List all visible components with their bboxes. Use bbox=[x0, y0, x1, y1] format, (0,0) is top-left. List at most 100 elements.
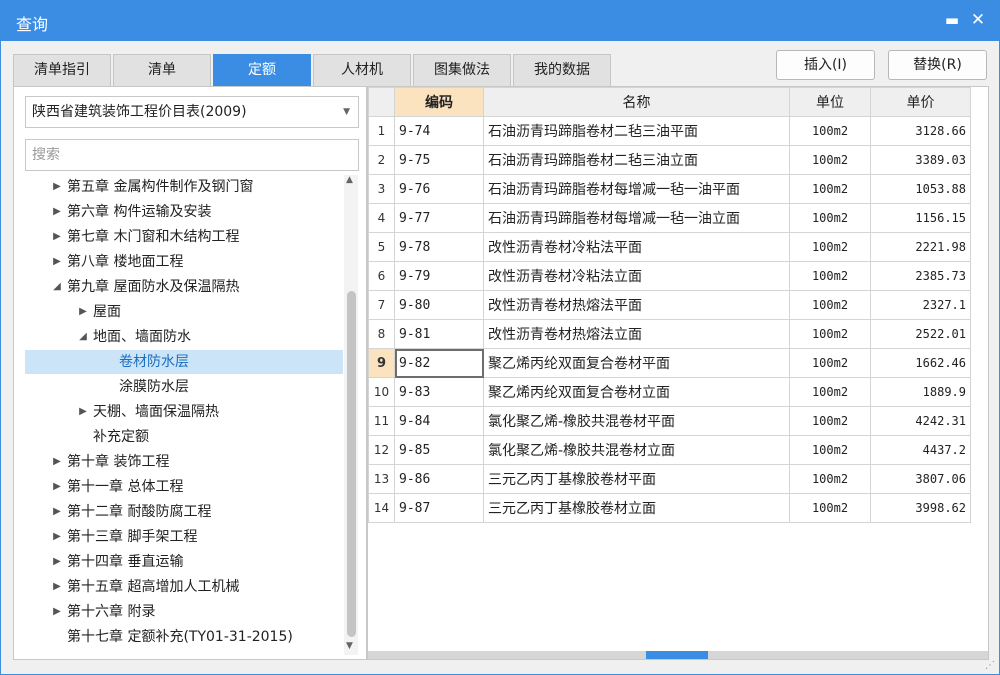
price-cell[interactable]: 4242.31 bbox=[870, 406, 971, 436]
price-cell[interactable]: 3389.03 bbox=[870, 145, 971, 175]
name-cell[interactable]: 石油沥青玛蹄脂卷材二毡三油平面 bbox=[483, 116, 790, 146]
tree-item[interactable]: ▶ 第七章 木门窗和木结构工程 bbox=[25, 225, 343, 249]
tree-item[interactable]: ▶ 第六章 构件运输及安装 bbox=[25, 200, 343, 224]
name-cell[interactable]: 改性沥青卷材热熔法平面 bbox=[483, 290, 790, 320]
code-cell[interactable]: 9-77 bbox=[394, 203, 484, 233]
name-cell[interactable]: 聚乙烯丙纶双面复合卷材立面 bbox=[483, 377, 790, 407]
code-cell[interactable]: 9-84 bbox=[394, 406, 484, 436]
tree-item[interactable]: 涂膜防水层 bbox=[25, 375, 343, 399]
name-cell[interactable]: 改性沥青卷材热熔法立面 bbox=[483, 319, 790, 349]
price-cell[interactable]: 2221.98 bbox=[870, 232, 971, 262]
code-cell[interactable]: 9-78 bbox=[394, 232, 484, 262]
library-select[interactable]: 陕西省建筑装饰工程价目表(2009) ▼ bbox=[25, 96, 359, 128]
tab-bill[interactable]: 清单 bbox=[113, 54, 211, 86]
code-cell[interactable]: 9-82 bbox=[394, 348, 484, 378]
unit-cell[interactable]: 100m2 bbox=[789, 116, 871, 146]
price-cell[interactable]: 3128.66 bbox=[870, 116, 971, 146]
tree-item[interactable]: ◢ 第九章 屋面防水及保温隔热 bbox=[25, 275, 343, 299]
price-cell[interactable]: 3998.62 bbox=[870, 493, 971, 523]
name-cell[interactable]: 三元乙丙丁基橡胶卷材平面 bbox=[483, 464, 790, 494]
tree-item[interactable]: ▶ 屋面 bbox=[25, 300, 343, 324]
row-number-cell[interactable]: 13 bbox=[368, 464, 395, 494]
tree-item[interactable]: ▶ 第十六章 附录 bbox=[25, 600, 343, 624]
expand-arrow-icon[interactable]: ▶ bbox=[51, 200, 63, 224]
row-number-cell[interactable]: 14 bbox=[368, 493, 395, 523]
row-number-cell[interactable]: 7 bbox=[368, 290, 395, 320]
expand-arrow-icon[interactable]: ▶ bbox=[51, 225, 63, 249]
tree-item[interactable]: ▶ 第五章 金属构件制作及钢门窗 bbox=[25, 175, 343, 199]
row-number-cell[interactable]: 10 bbox=[368, 377, 395, 407]
table-row[interactable]: 2 9-75 石油沥青玛蹄脂卷材二毡三油立面 100m2 3389.03 bbox=[368, 145, 971, 175]
tree-item[interactable]: ▶ 第十二章 耐酸防腐工程 bbox=[25, 500, 343, 524]
expand-arrow-icon[interactable]: ▶ bbox=[51, 450, 63, 474]
row-number-cell[interactable]: 1 bbox=[368, 116, 395, 146]
price-cell[interactable]: 1662.46 bbox=[870, 348, 971, 378]
code-cell[interactable]: 9-79 bbox=[394, 261, 484, 291]
row-number-cell[interactable]: 5 bbox=[368, 232, 395, 262]
table-row[interactable]: 6 9-79 改性沥青卷材冷粘法立面 100m2 2385.73 bbox=[368, 261, 971, 291]
table-row[interactable]: 10 9-83 聚乙烯丙纶双面复合卷材立面 100m2 1889.9 bbox=[368, 377, 971, 407]
table-row[interactable]: 12 9-85 氯化聚乙烯-橡胶共混卷材立面 100m2 4437.2 bbox=[368, 435, 971, 465]
unit-cell[interactable]: 100m2 bbox=[789, 319, 871, 349]
tree-item[interactable]: 补充定额 bbox=[25, 425, 343, 449]
tab-bill-guide[interactable]: 清单指引 bbox=[13, 54, 111, 86]
row-number-cell[interactable]: 11 bbox=[368, 406, 395, 436]
expand-arrow-icon[interactable]: ▶ bbox=[51, 575, 63, 599]
scroll-up-icon[interactable]: ▲ bbox=[346, 175, 353, 185]
unit-cell[interactable]: 100m2 bbox=[789, 174, 871, 204]
table-row[interactable]: 13 9-86 三元乙丙丁基橡胶卷材平面 100m2 3807.06 bbox=[368, 464, 971, 494]
expand-arrow-icon[interactable]: ▶ bbox=[77, 300, 89, 324]
unit-cell[interactable]: 100m2 bbox=[789, 377, 871, 407]
resize-grip-icon[interactable]: ⋰ bbox=[985, 660, 995, 671]
tree-scrollbar[interactable]: ▲ ▼ bbox=[344, 175, 358, 655]
collapse-arrow-icon[interactable]: ◢ bbox=[51, 275, 63, 299]
expand-arrow-icon[interactable]: ▶ bbox=[51, 250, 63, 274]
expand-arrow-icon[interactable]: ▶ bbox=[77, 400, 89, 424]
tree-item[interactable]: 卷材防水层 bbox=[25, 350, 343, 374]
unit-cell[interactable]: 100m2 bbox=[789, 261, 871, 291]
price-cell[interactable]: 2385.73 bbox=[870, 261, 971, 291]
title-bar[interactable]: 查询 ▬ ✕ bbox=[1, 1, 999, 41]
name-cell[interactable]: 改性沥青卷材冷粘法平面 bbox=[483, 232, 790, 262]
unit-cell[interactable]: 100m2 bbox=[789, 464, 871, 494]
expand-arrow-icon[interactable]: ▶ bbox=[51, 525, 63, 549]
expand-arrow-icon[interactable]: ▶ bbox=[51, 175, 63, 199]
table-row[interactable]: 5 9-78 改性沥青卷材冷粘法平面 100m2 2221.98 bbox=[368, 232, 971, 262]
column-header-name[interactable]: 名称 bbox=[483, 87, 790, 117]
tab-atlas-method[interactable]: 图集做法 bbox=[413, 54, 511, 86]
row-number-cell[interactable]: 9 bbox=[368, 348, 395, 378]
name-cell[interactable]: 聚乙烯丙纶双面复合卷材平面 bbox=[483, 348, 790, 378]
tree-item[interactable]: ▶ 第十一章 总体工程 bbox=[25, 475, 343, 499]
expand-arrow-icon[interactable]: ▶ bbox=[51, 475, 63, 499]
table-row[interactable]: 8 9-81 改性沥青卷材热熔法立面 100m2 2522.01 bbox=[368, 319, 971, 349]
unit-cell[interactable]: 100m2 bbox=[789, 348, 871, 378]
table-scrollbar-thumb[interactable] bbox=[646, 651, 708, 659]
table-row[interactable]: 14 9-87 三元乙丙丁基橡胶卷材立面 100m2 3998.62 bbox=[368, 493, 971, 523]
name-cell[interactable]: 改性沥青卷材冷粘法立面 bbox=[483, 261, 790, 291]
code-cell[interactable]: 9-76 bbox=[394, 174, 484, 204]
price-cell[interactable]: 4437.2 bbox=[870, 435, 971, 465]
unit-cell[interactable]: 100m2 bbox=[789, 290, 871, 320]
name-cell[interactable]: 三元乙丙丁基橡胶卷材立面 bbox=[483, 493, 790, 523]
name-cell[interactable]: 石油沥青玛蹄脂卷材每增减一毡一油立面 bbox=[483, 203, 790, 233]
scroll-down-icon[interactable]: ▼ bbox=[346, 641, 353, 651]
price-cell[interactable]: 1889.9 bbox=[870, 377, 971, 407]
code-cell[interactable]: 9-80 bbox=[394, 290, 484, 320]
price-cell[interactable]: 1053.88 bbox=[870, 174, 971, 204]
search-input[interactable]: 搜索 bbox=[25, 139, 359, 171]
code-cell[interactable]: 9-86 bbox=[394, 464, 484, 494]
tree-item[interactable]: ▶ 第八章 楼地面工程 bbox=[25, 250, 343, 274]
name-cell[interactable]: 石油沥青玛蹄脂卷材二毡三油立面 bbox=[483, 145, 790, 175]
close-icon[interactable]: ✕ bbox=[967, 9, 989, 31]
insert-button[interactable]: 插入(I) bbox=[776, 50, 875, 80]
name-cell[interactable]: 氯化聚乙烯-橡胶共混卷材立面 bbox=[483, 435, 790, 465]
tab-my-data[interactable]: 我的数据 bbox=[513, 54, 611, 86]
collapse-arrow-icon[interactable]: ◢ bbox=[77, 325, 89, 349]
tree-item[interactable]: ▶ 天棚、墙面保温隔热 bbox=[25, 400, 343, 424]
row-number-cell[interactable]: 4 bbox=[368, 203, 395, 233]
tree-item[interactable]: 第十七章 定额补充(TY01-31-2015) bbox=[25, 625, 343, 649]
tree-item[interactable]: ▶ 第十四章 垂直运输 bbox=[25, 550, 343, 574]
tree-scrollbar-thumb[interactable] bbox=[347, 291, 356, 637]
price-cell[interactable]: 2522.01 bbox=[870, 319, 971, 349]
row-number-cell[interactable]: 6 bbox=[368, 261, 395, 291]
